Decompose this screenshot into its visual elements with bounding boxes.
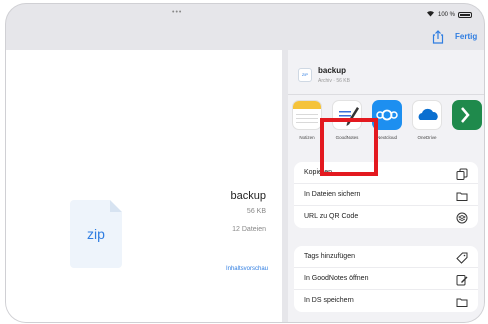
app-label: Notizen xyxy=(299,135,315,140)
multitasking-dots[interactable]: ••• xyxy=(172,9,182,16)
action-save-to-ds[interactable]: In DS speichern xyxy=(294,290,478,312)
done-button[interactable]: Fertig xyxy=(455,32,477,41)
file-size: 56 KB xyxy=(246,208,266,215)
action-label: URL zu QR Code xyxy=(304,213,359,220)
action-label: In Dateien sichern xyxy=(304,191,361,198)
onedrive-icon xyxy=(412,100,442,130)
share-item-title: backup xyxy=(318,66,347,75)
battery-percentage: 100 % xyxy=(437,11,455,18)
app-more[interactable] xyxy=(450,100,484,148)
action-label: In DS speichern xyxy=(304,297,354,304)
app-notizen[interactable]: Notizen xyxy=(290,100,324,148)
notes-icon xyxy=(292,100,322,130)
action-save-to-files[interactable]: In Dateien sichern xyxy=(294,184,478,206)
action-open-in-goodnotes[interactable]: In GoodNotes öffnen xyxy=(294,268,478,290)
navigation-bar: Fertig xyxy=(6,24,484,50)
action-label: Tags hinzufügen xyxy=(304,253,355,260)
archive-icon: ZIP xyxy=(298,68,312,82)
highlight-box xyxy=(320,118,378,176)
action-group-2: Tags hinzufügen In GoodNotes öffnen In D… xyxy=(294,246,478,312)
file-count: 12 Dateien xyxy=(232,226,266,233)
action-label: In GoodNotes öffnen xyxy=(304,275,369,282)
action-add-tags[interactable]: Tags hinzufügen xyxy=(294,246,478,268)
zip-file-icon: zip xyxy=(70,200,122,268)
copy-icon xyxy=(456,167,468,180)
folder-icon xyxy=(456,189,468,201)
file-preview: zip backup 56 KB 12 Dateien Inhaltsvorsc… xyxy=(6,50,282,322)
share-item-subtitle: Archiv · 56 KB xyxy=(318,78,350,84)
layers-icon xyxy=(456,211,468,224)
app-onedrive[interactable]: OneDrive xyxy=(410,100,444,148)
share-sheet-header: ZIP backup Archiv · 56 KB xyxy=(294,54,478,94)
battery-icon xyxy=(458,11,472,18)
share-icon[interactable] xyxy=(431,30,445,44)
note-edit-icon xyxy=(456,273,468,286)
app-label: OneDrive xyxy=(417,135,437,140)
tag-icon xyxy=(456,251,468,264)
status-indicators: 100 % xyxy=(426,10,472,19)
divider xyxy=(288,94,484,95)
file-type-label: zip xyxy=(87,226,105,242)
file-name: backup xyxy=(230,190,266,202)
action-url-qr-code[interactable]: URL zu QR Code xyxy=(294,206,478,228)
folder-icon xyxy=(456,295,468,307)
app-icon xyxy=(452,100,482,130)
ipad-screen: ••• 100 % Fertig zip backup 56 KB 12 Dat… xyxy=(6,4,484,322)
status-bar: ••• 100 % xyxy=(6,4,484,26)
quicklook-link[interactable]: Inhaltsvorschau xyxy=(192,266,268,272)
share-sheet: ZIP backup Archiv · 56 KB Notizen GoodNo… xyxy=(288,50,484,322)
wifi-icon xyxy=(426,10,435,19)
app-row: Notizen GoodNotes Nextcloud OneDrive xyxy=(288,100,484,150)
